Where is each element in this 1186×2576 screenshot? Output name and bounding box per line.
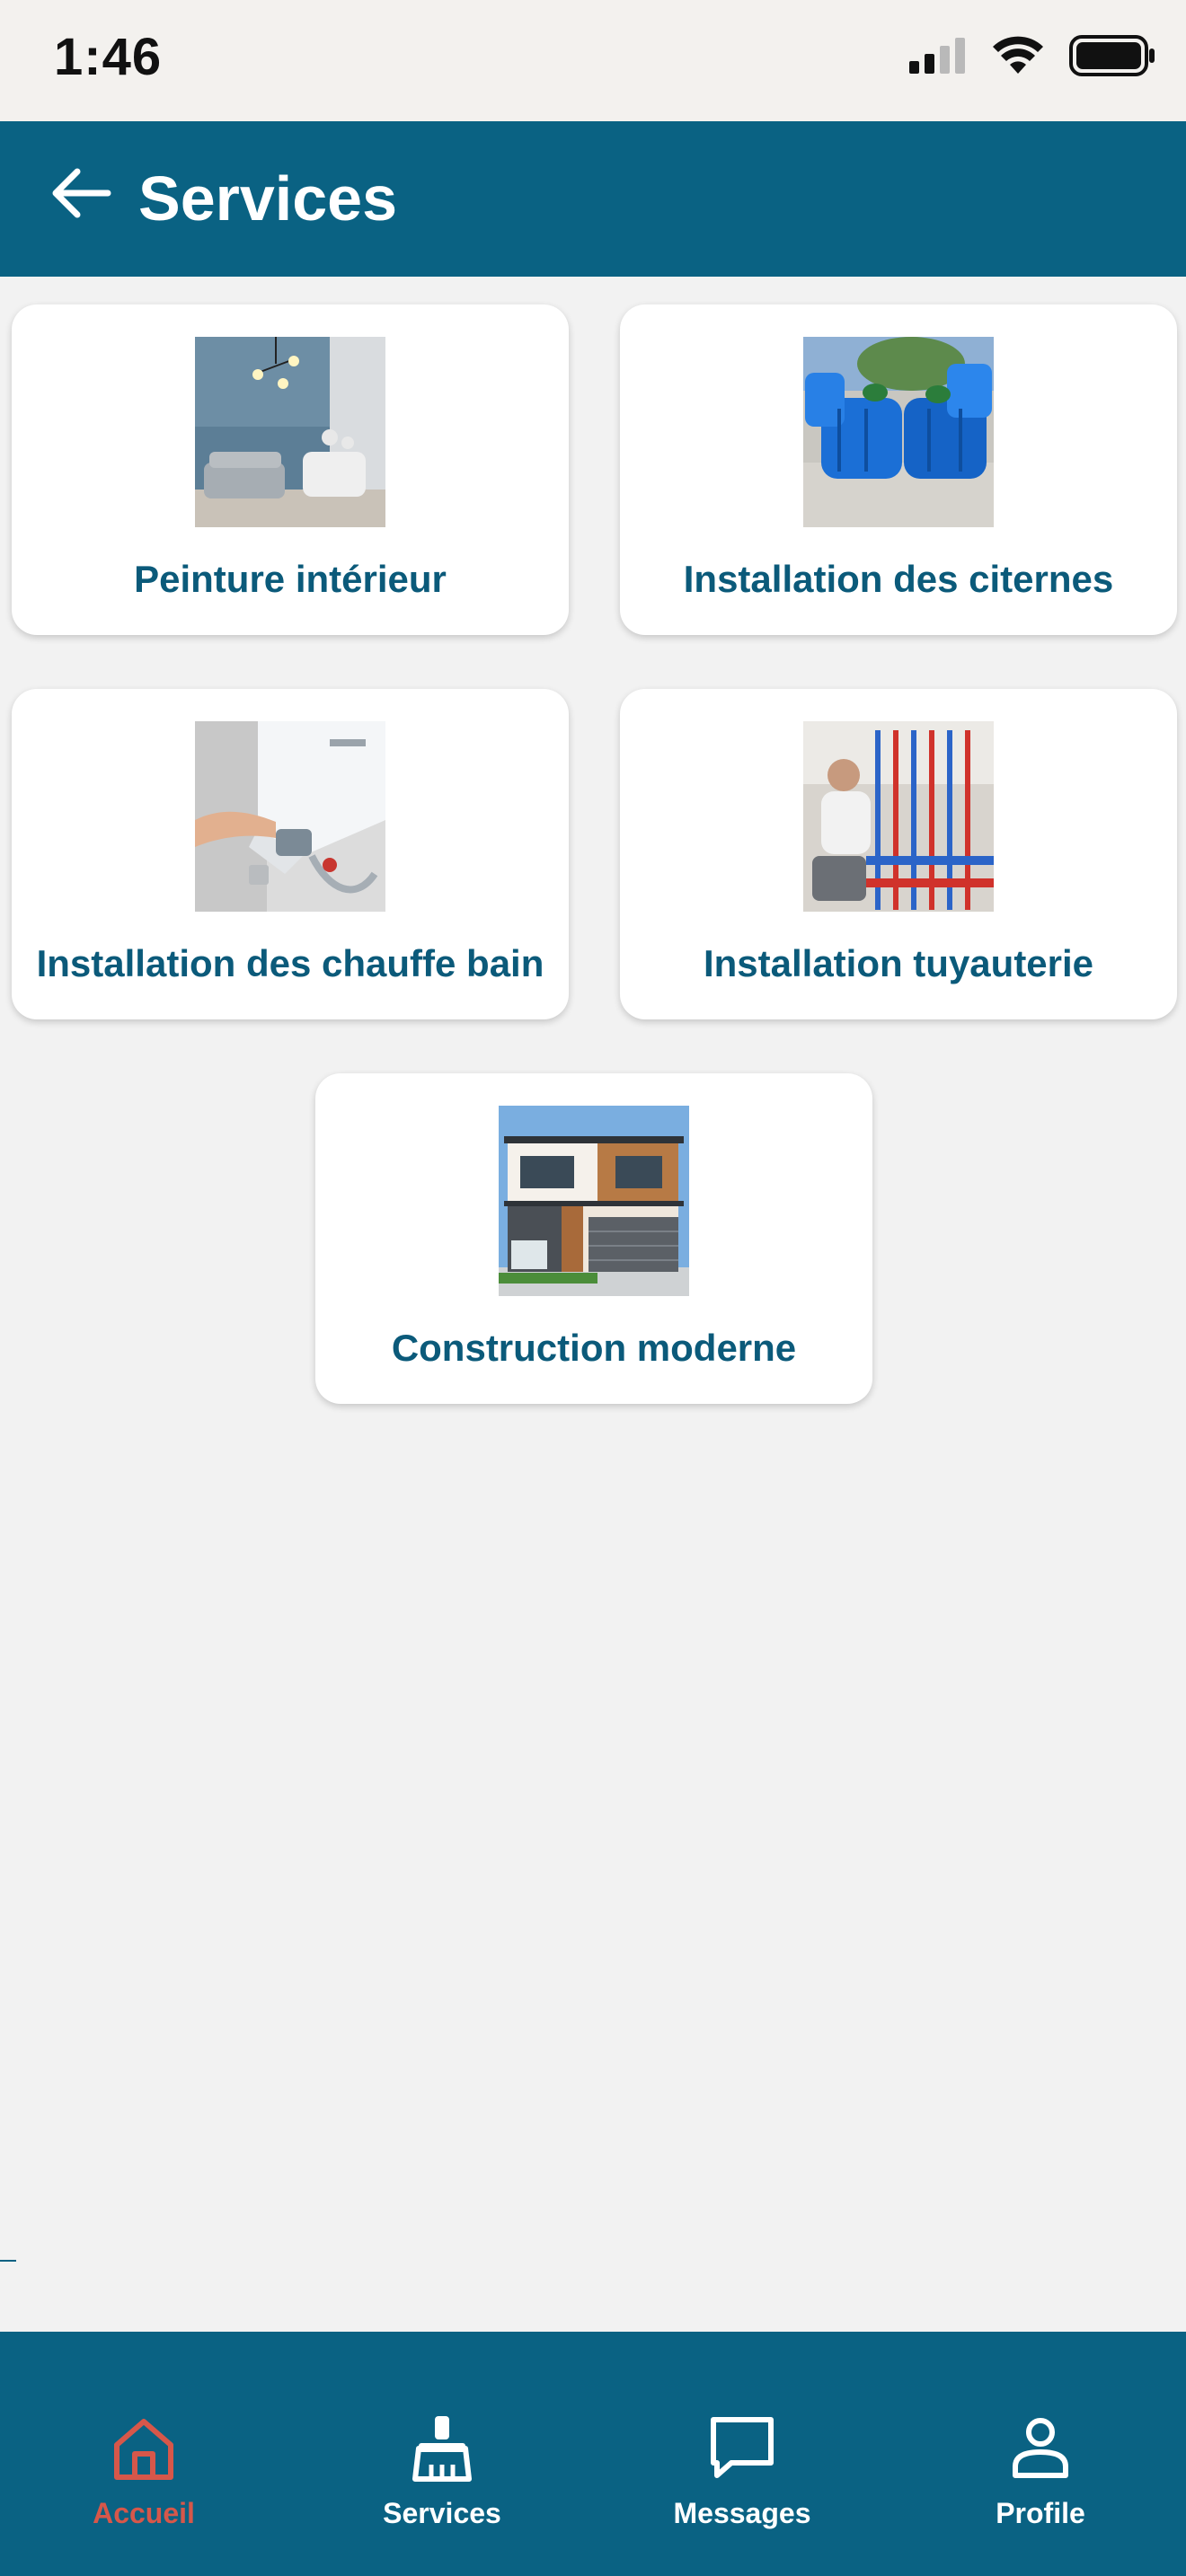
page-title: Services (138, 163, 398, 234)
bottom-navigation: Accueil Services Messages Profile (0, 2332, 1186, 2576)
nav-label: Services (383, 2497, 501, 2529)
service-card-construction[interactable]: Construction moderne (315, 1073, 872, 1404)
divider (0, 2260, 16, 2262)
wifi-icon (992, 36, 1044, 80)
status-time: 1:46 (54, 28, 163, 86)
nav-label: Profile (996, 2497, 1085, 2529)
cellular-signal-icon (909, 37, 967, 78)
blue-water-tanks-photo (803, 337, 994, 527)
water-heater-photo (195, 721, 385, 912)
nav-item-accueil[interactable]: Accueil (27, 2332, 261, 2576)
service-card-chauffe-bain[interactable]: Installation des chauffe bain (12, 689, 569, 1019)
service-card-citernes[interactable]: Installation des citernes (620, 304, 1177, 635)
service-card-label: Construction moderne (391, 1327, 797, 1369)
service-card-label: Peinture intérieur (134, 558, 447, 600)
nav-item-services[interactable]: Services (325, 2332, 559, 2576)
service-card-label: Installation des chauffe bain (36, 942, 544, 984)
service-card-label: Installation tuyauterie (703, 942, 1094, 984)
nav-label: Accueil (93, 2497, 195, 2529)
battery-icon (1069, 34, 1155, 81)
living-room-photo (195, 337, 385, 527)
status-icons (909, 34, 1155, 81)
plumbing-pipes-photo (803, 721, 994, 912)
service-card-peinture[interactable]: Peinture intérieur (12, 304, 569, 635)
chat-bubble-icon (711, 2417, 774, 2478)
brush-icon (412, 2416, 472, 2482)
service-card-label: Installation des citernes (683, 558, 1114, 600)
nav-label: Messages (673, 2497, 811, 2529)
service-card-tuyauterie[interactable]: Installation tuyauterie (620, 689, 1177, 1019)
home-icon (114, 2419, 173, 2480)
nav-item-messages[interactable]: Messages (625, 2332, 859, 2576)
person-icon (1013, 2418, 1068, 2478)
status-bar: 1:46 (0, 0, 1186, 121)
modern-house-photo (499, 1106, 689, 1296)
arrow-left-icon (52, 168, 111, 218)
nav-item-profile[interactable]: Profile (924, 2332, 1157, 2576)
back-button[interactable] (45, 157, 117, 229)
app-header: Services (0, 121, 1186, 277)
